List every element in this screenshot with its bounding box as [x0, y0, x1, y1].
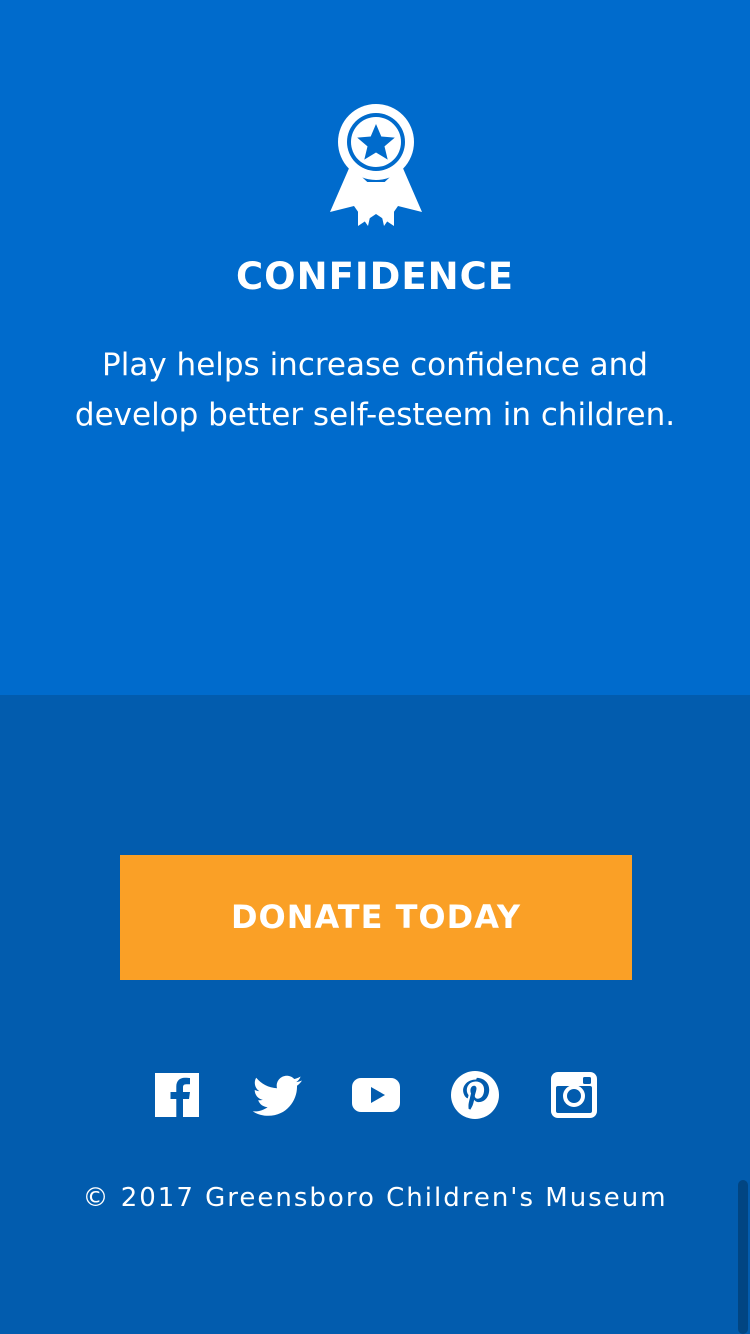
- twitter-link[interactable]: [250, 1068, 304, 1122]
- youtube-link[interactable]: [349, 1068, 403, 1122]
- pinterest-link[interactable]: [448, 1068, 502, 1122]
- pinterest-icon: [451, 1071, 499, 1119]
- section-description: Play helps increase confidence and devel…: [74, 347, 676, 433]
- scrollbar[interactable]: [738, 1180, 748, 1334]
- social-links: [150, 1068, 610, 1122]
- facebook-icon: [155, 1073, 199, 1117]
- instagram-link[interactable]: [547, 1068, 601, 1122]
- youtube-icon: [352, 1078, 400, 1112]
- facebook-link[interactable]: [150, 1068, 204, 1122]
- award-ribbon-icon: [328, 102, 424, 230]
- hero-section: CONFIDENCE Play helps increase confidenc…: [0, 0, 750, 695]
- footer: DONATE TODAY © 2017 Greensboro Children'…: [0, 695, 750, 1334]
- twitter-icon: [252, 1075, 302, 1116]
- section-title: CONFIDENCE: [236, 255, 514, 298]
- copyright-text: © 2017 Greensboro Children's Museum: [82, 1183, 668, 1213]
- instagram-icon: [551, 1072, 597, 1118]
- page: CONFIDENCE Play helps increase confidenc…: [0, 0, 750, 1334]
- donate-button[interactable]: DONATE TODAY: [120, 855, 632, 980]
